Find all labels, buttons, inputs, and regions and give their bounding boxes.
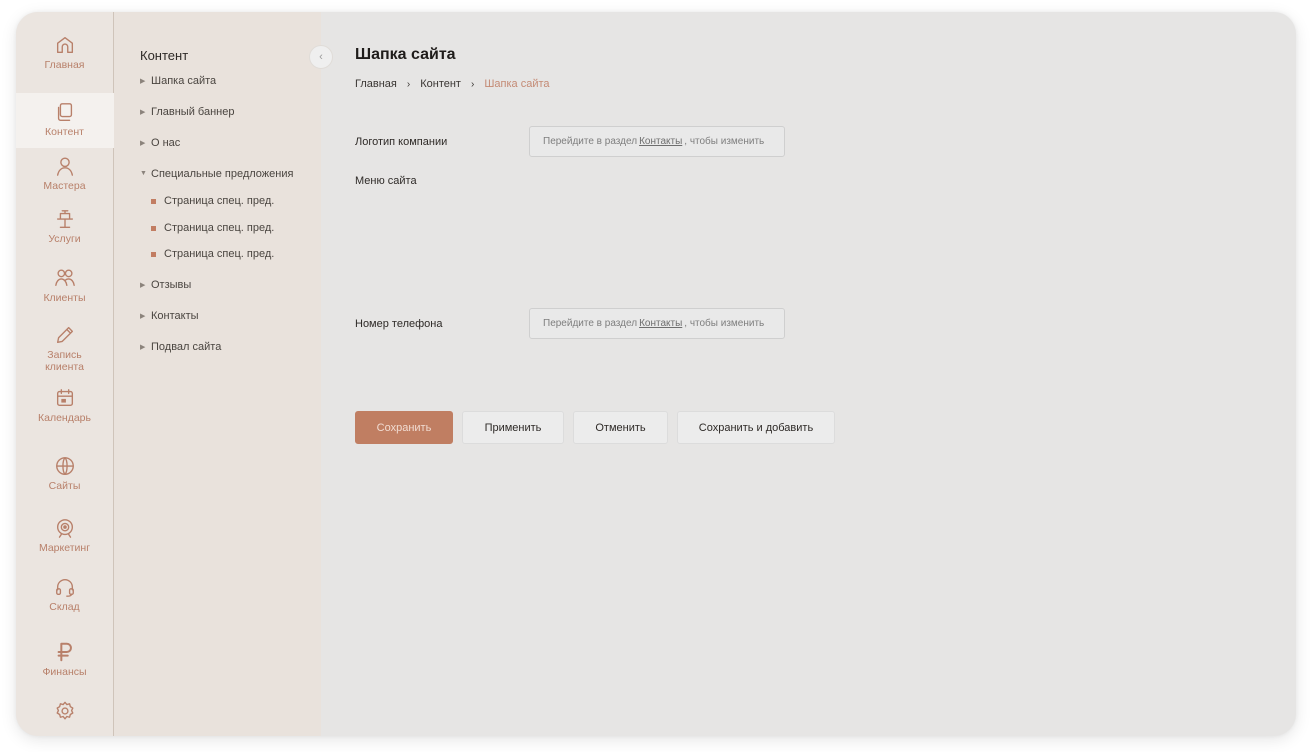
nav-item-marketing[interactable]: Маркетинг [16,507,114,567]
nav-item-warehouse[interactable]: Склад [16,567,114,629]
apply-button[interactable]: Применить [462,411,564,444]
tree-item-main-banner[interactable]: ▶ Главный баннер [140,106,321,137]
contacts-link[interactable]: Контакты [639,318,682,329]
tree-item-footer[interactable]: ▶ Подвал сайта [140,341,321,372]
bullet-square-icon [151,225,156,231]
tree-item-contacts[interactable]: ▶ Контакты [140,310,321,341]
nav-label: Финансы [42,666,87,678]
nav-label: Главная [44,59,85,71]
home-icon [56,36,73,54]
breadcrumb: Главная › Контент › Шапка сайта [355,78,1296,90]
tree-item-label: Шапка сайта [151,75,217,87]
caret-right-icon: ▶ [140,313,146,320]
calendar-icon [56,389,73,407]
nav-label: Клиенты [43,292,86,304]
main-content: Шапка сайта Главная › Контент › Шапка са… [321,12,1296,736]
tree-subitem-label: Страница спец. пред. [164,248,275,260]
nav-item-content[interactable]: Контент [16,93,114,148]
page-title: Шапка сайта [355,46,456,63]
site-menu-label: Меню сайта [355,175,417,187]
collapse-panel-button[interactable]: ‹ [309,45,333,69]
tree-item-label: О нас [151,137,181,149]
copy-icon [57,103,72,121]
tree-subitem-special-page[interactable]: Страница спец. пред. [140,195,321,222]
users-icon [54,269,75,287]
nav-label: Маркетинг [38,542,91,554]
contacts-link[interactable]: Контакты [639,136,682,147]
globe-icon [55,457,74,475]
phone-field: Перейдите в раздел Контакты , чтобы изме… [529,308,785,339]
cancel-button[interactable]: Отменить [573,411,668,444]
field-hint-prefix: Перейдите в раздел [543,136,638,147]
caret-down-icon: ▼ [140,170,147,177]
tree-item-label: Контакты [151,310,199,322]
nav-label: Мастера [43,180,86,192]
tree-item-label: Подвал сайта [151,341,222,353]
target-icon [56,519,73,538]
nav-item-clients[interactable]: Клиенты [16,258,114,317]
content-tree: ‹ Контент ▶ Шапка сайта ▶ Главный баннер… [114,12,333,736]
action-buttons: Сохранить Применить Отменить Сохранить и… [355,411,835,444]
nav-item-booking[interactable]: Запись клиента [16,317,114,384]
nav-item-finance[interactable]: Финансы [16,629,114,690]
tree-item-label: Отзывы [151,279,192,291]
tree-item-reviews[interactable]: ▶ Отзывы [140,279,321,310]
tree-subitem-label: Страница спец. пред. [164,221,275,234]
pencil-icon [56,326,73,344]
breadcrumb-separator: › [470,78,475,90]
breadcrumb-item-current: Шапка сайта [484,78,550,90]
user-icon [56,157,73,176]
nav-label: Запись клиента [45,349,84,373]
nav-item-home[interactable]: Главная [16,34,114,93]
tree-item-label: Специальные предложения [151,168,294,180]
app-window: Главная Контент Мастера Услуги Клиенты З… [16,12,1296,736]
nav-item-masters[interactable]: Мастера [16,148,114,199]
caret-right-icon: ▶ [140,344,146,351]
tree-subitem-special-page[interactable]: Страница спец. пред. [140,248,321,279]
headset-icon [55,579,74,597]
nav-label: Сайты [48,480,81,492]
ruble-icon [57,642,72,662]
breadcrumb-item-content[interactable]: Контент [420,78,461,90]
nav-item-sites[interactable]: Сайты [16,445,114,507]
caret-right-icon: ▶ [140,140,146,147]
save-button[interactable]: Сохранить [355,411,453,444]
main-nav: Главная Контент Мастера Услуги Клиенты З… [16,12,114,736]
field-hint-suffix: , чтобы изменить [684,318,765,329]
logo-label: Логотип компании [355,135,448,148]
caret-right-icon: ▶ [140,282,146,289]
gear-icon [56,701,73,720]
nav-item-services[interactable]: Услуги [16,199,114,258]
field-hint-prefix: Перейдите в раздел [543,318,638,329]
logo-row: Логотип компании Перейдите в раздел Конт… [355,126,785,157]
chair-icon [56,210,73,228]
nav-label: Календарь [38,412,91,424]
nav-item-calendar[interactable]: Календарь [16,384,114,445]
nav-label: Услуги [48,233,81,245]
tree-item-about[interactable]: ▶ О нас [140,137,321,168]
phone-row: Номер телефона Перейдите в раздел Контак… [355,308,785,339]
nav-label: Контент [45,126,84,138]
nav-item-settings[interactable] [16,690,114,730]
logo-field: Перейдите в раздел Контакты , чтобы изме… [529,126,785,157]
bullet-square-icon [151,252,156,257]
phone-label: Номер телефона [355,317,443,330]
caret-right-icon: ▶ [140,78,146,85]
nav-label: Склад [49,601,80,613]
tree-item-header[interactable]: ▶ Шапка сайта [140,75,321,106]
chevron-left-icon: ‹ [319,51,323,63]
save-and-add-button[interactable]: Сохранить и добавить [677,411,835,444]
breadcrumb-separator: › [406,78,411,90]
tree-subitem-label: Страница спец. пред. [164,195,275,207]
bullet-square-icon [151,199,156,204]
tree-title: Контент [140,48,189,63]
tree-item-label: Главный баннер [151,106,235,118]
tree-item-special-offers[interactable]: ▼ Специальные предложения [140,168,321,195]
field-hint-suffix: , чтобы изменить [684,136,765,147]
breadcrumb-item-home[interactable]: Главная [355,78,397,90]
caret-right-icon: ▶ [140,109,146,116]
tree-subitem-special-page[interactable]: Страница спец. пред. [140,222,321,249]
